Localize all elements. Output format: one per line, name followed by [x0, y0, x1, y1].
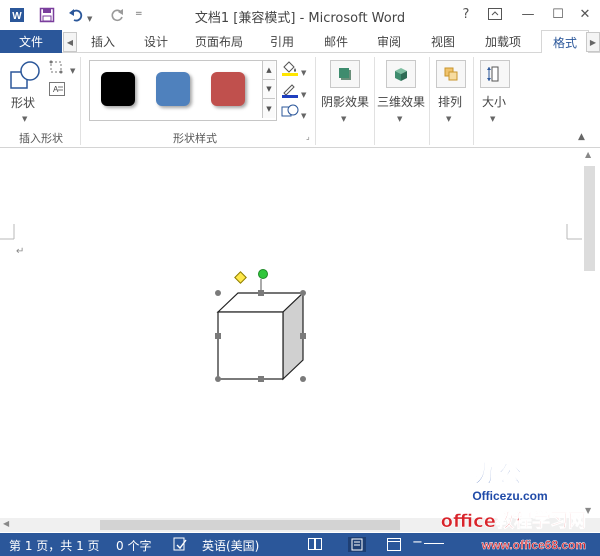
undo-dropdown-icon[interactable]: ▼: [87, 10, 92, 24]
tab-page-layout[interactable]: 页面布局: [189, 30, 249, 52]
tab-mailings[interactable]: 邮件: [316, 30, 356, 52]
shape-styles-dialog-launcher-icon[interactable]: ⌟: [306, 132, 310, 141]
shape-outline-dropdown-icon[interactable]: ▼: [301, 86, 306, 100]
read-mode-icon[interactable]: [308, 538, 322, 553]
word-count-status[interactable]: 0 个字: [116, 537, 151, 554]
save-icon[interactable]: [38, 6, 56, 24]
resize-handle-right[interactable]: [300, 333, 306, 339]
resize-handle-top-left[interactable]: [215, 290, 221, 296]
gallery-scroll-up-icon[interactable]: ▲: [262, 61, 275, 80]
restore-button[interactable]: ☐: [547, 4, 569, 24]
cube-shape[interactable]: [200, 262, 320, 392]
shape-outline-icon[interactable]: [281, 82, 299, 101]
3d-effects-dropdown-icon[interactable]: ▼: [397, 110, 402, 124]
shape-fill-icon[interactable]: [281, 60, 299, 79]
change-shape-dropdown-icon[interactable]: ▼: [301, 107, 306, 121]
rotate-handle[interactable]: [258, 269, 268, 279]
tab-scroll-right-icon[interactable]: ▶: [586, 32, 600, 52]
language-status[interactable]: 英语(美国): [202, 537, 259, 554]
shadow-effects-dropdown-icon[interactable]: ▼: [341, 110, 346, 124]
gallery-scroll-down-icon[interactable]: ▼: [262, 80, 275, 99]
shapes-button-label[interactable]: 形状: [11, 94, 35, 111]
close-button[interactable]: ✕: [574, 4, 596, 24]
svg-text:www.office68.com: www.office68.com: [481, 538, 586, 552]
scroll-left-icon[interactable]: ◀: [3, 519, 9, 528]
shadow-effects-icon[interactable]: [330, 60, 360, 88]
3d-effects-icon[interactable]: [386, 60, 416, 88]
shapes-icon[interactable]: [10, 60, 42, 95]
paragraph-mark: ↵: [16, 246, 25, 257]
resize-handle-top[interactable]: [258, 290, 264, 296]
gallery-more-icon[interactable]: ▼: [262, 99, 275, 118]
scroll-up-icon[interactable]: ▲: [585, 150, 591, 159]
tab-references[interactable]: 引用: [262, 30, 302, 52]
tab-add-ins[interactable]: 加载项: [477, 30, 529, 52]
svg-text:Officezu.com: Officezu.com: [472, 489, 547, 503]
tab-design[interactable]: 设计: [136, 30, 176, 52]
shape-fill-dropdown-icon[interactable]: ▼: [301, 64, 306, 78]
web-layout-icon[interactable]: [387, 538, 401, 554]
shapes-dropdown-icon[interactable]: ▼: [22, 110, 27, 124]
undo-icon[interactable]: [67, 6, 85, 24]
resize-handle-top-right[interactable]: [300, 290, 306, 296]
tab-scroll-left-icon[interactable]: ◀: [63, 32, 77, 52]
horizontal-scroll-thumb[interactable]: [100, 520, 400, 530]
3d-effects-label[interactable]: 三维效果: [374, 93, 428, 110]
size-label[interactable]: 大小: [474, 93, 514, 110]
svg-text:office教程学习网: office教程学习网: [441, 510, 586, 532]
shape-style-swatch-red[interactable]: [211, 72, 245, 106]
page-count-status[interactable]: 第 1 页，共 1 页: [9, 537, 100, 554]
resize-handle-left[interactable]: [215, 333, 221, 339]
word-app-icon[interactable]: W: [8, 6, 26, 24]
help-button[interactable]: ?: [455, 4, 477, 24]
change-shape-icon[interactable]: [281, 104, 299, 121]
svg-text:办公族: 办公族: [474, 460, 547, 488]
resize-handle-bottom[interactable]: [258, 376, 264, 382]
resize-handle-bottom-left[interactable]: [215, 376, 221, 382]
ribbon-display-options-icon[interactable]: [484, 4, 506, 24]
redo-icon[interactable]: [108, 6, 126, 24]
shadow-effects-label[interactable]: 阴影效果: [318, 93, 372, 110]
vertical-scroll-thumb[interactable]: [584, 166, 595, 271]
size-dropdown-icon[interactable]: ▼: [490, 110, 495, 124]
tab-insert[interactable]: 插入: [82, 30, 124, 52]
shape-style-swatch-black[interactable]: [101, 72, 135, 106]
size-icon[interactable]: [480, 60, 510, 88]
collapse-ribbon-icon[interactable]: ▲: [578, 132, 585, 142]
tab-file[interactable]: 文件: [0, 30, 62, 53]
edit-shape-dropdown-icon[interactable]: ▼: [70, 62, 75, 76]
shape-style-swatch-blue[interactable]: [156, 72, 190, 106]
arrange-icon[interactable]: [436, 60, 466, 88]
insert-shapes-group-label: 插入形状: [19, 132, 63, 145]
group-separator: [315, 57, 316, 145]
tab-view[interactable]: 视图: [423, 30, 463, 52]
text-box-icon[interactable]: A: [49, 82, 65, 99]
arrange-label[interactable]: 排列: [430, 93, 470, 110]
shape-styles-group-label: 形状样式: [173, 132, 217, 145]
group-separator: [80, 57, 81, 145]
print-layout-icon[interactable]: [348, 537, 366, 552]
customize-quick-access-icon[interactable]: =: [135, 9, 143, 19]
minimize-button[interactable]: —: [517, 4, 539, 24]
watermark-site: office教程学习网 www.office68.com: [440, 510, 586, 553]
edit-shape-icon[interactable]: [49, 60, 69, 77]
tab-review[interactable]: 审阅: [369, 30, 409, 52]
arrange-dropdown-icon[interactable]: ▼: [446, 110, 451, 124]
tab-format[interactable]: 格式: [541, 30, 589, 54]
svg-text:W: W: [12, 11, 22, 22]
proofing-icon[interactable]: [173, 537, 187, 554]
resize-handle-bottom-right[interactable]: [300, 376, 306, 382]
